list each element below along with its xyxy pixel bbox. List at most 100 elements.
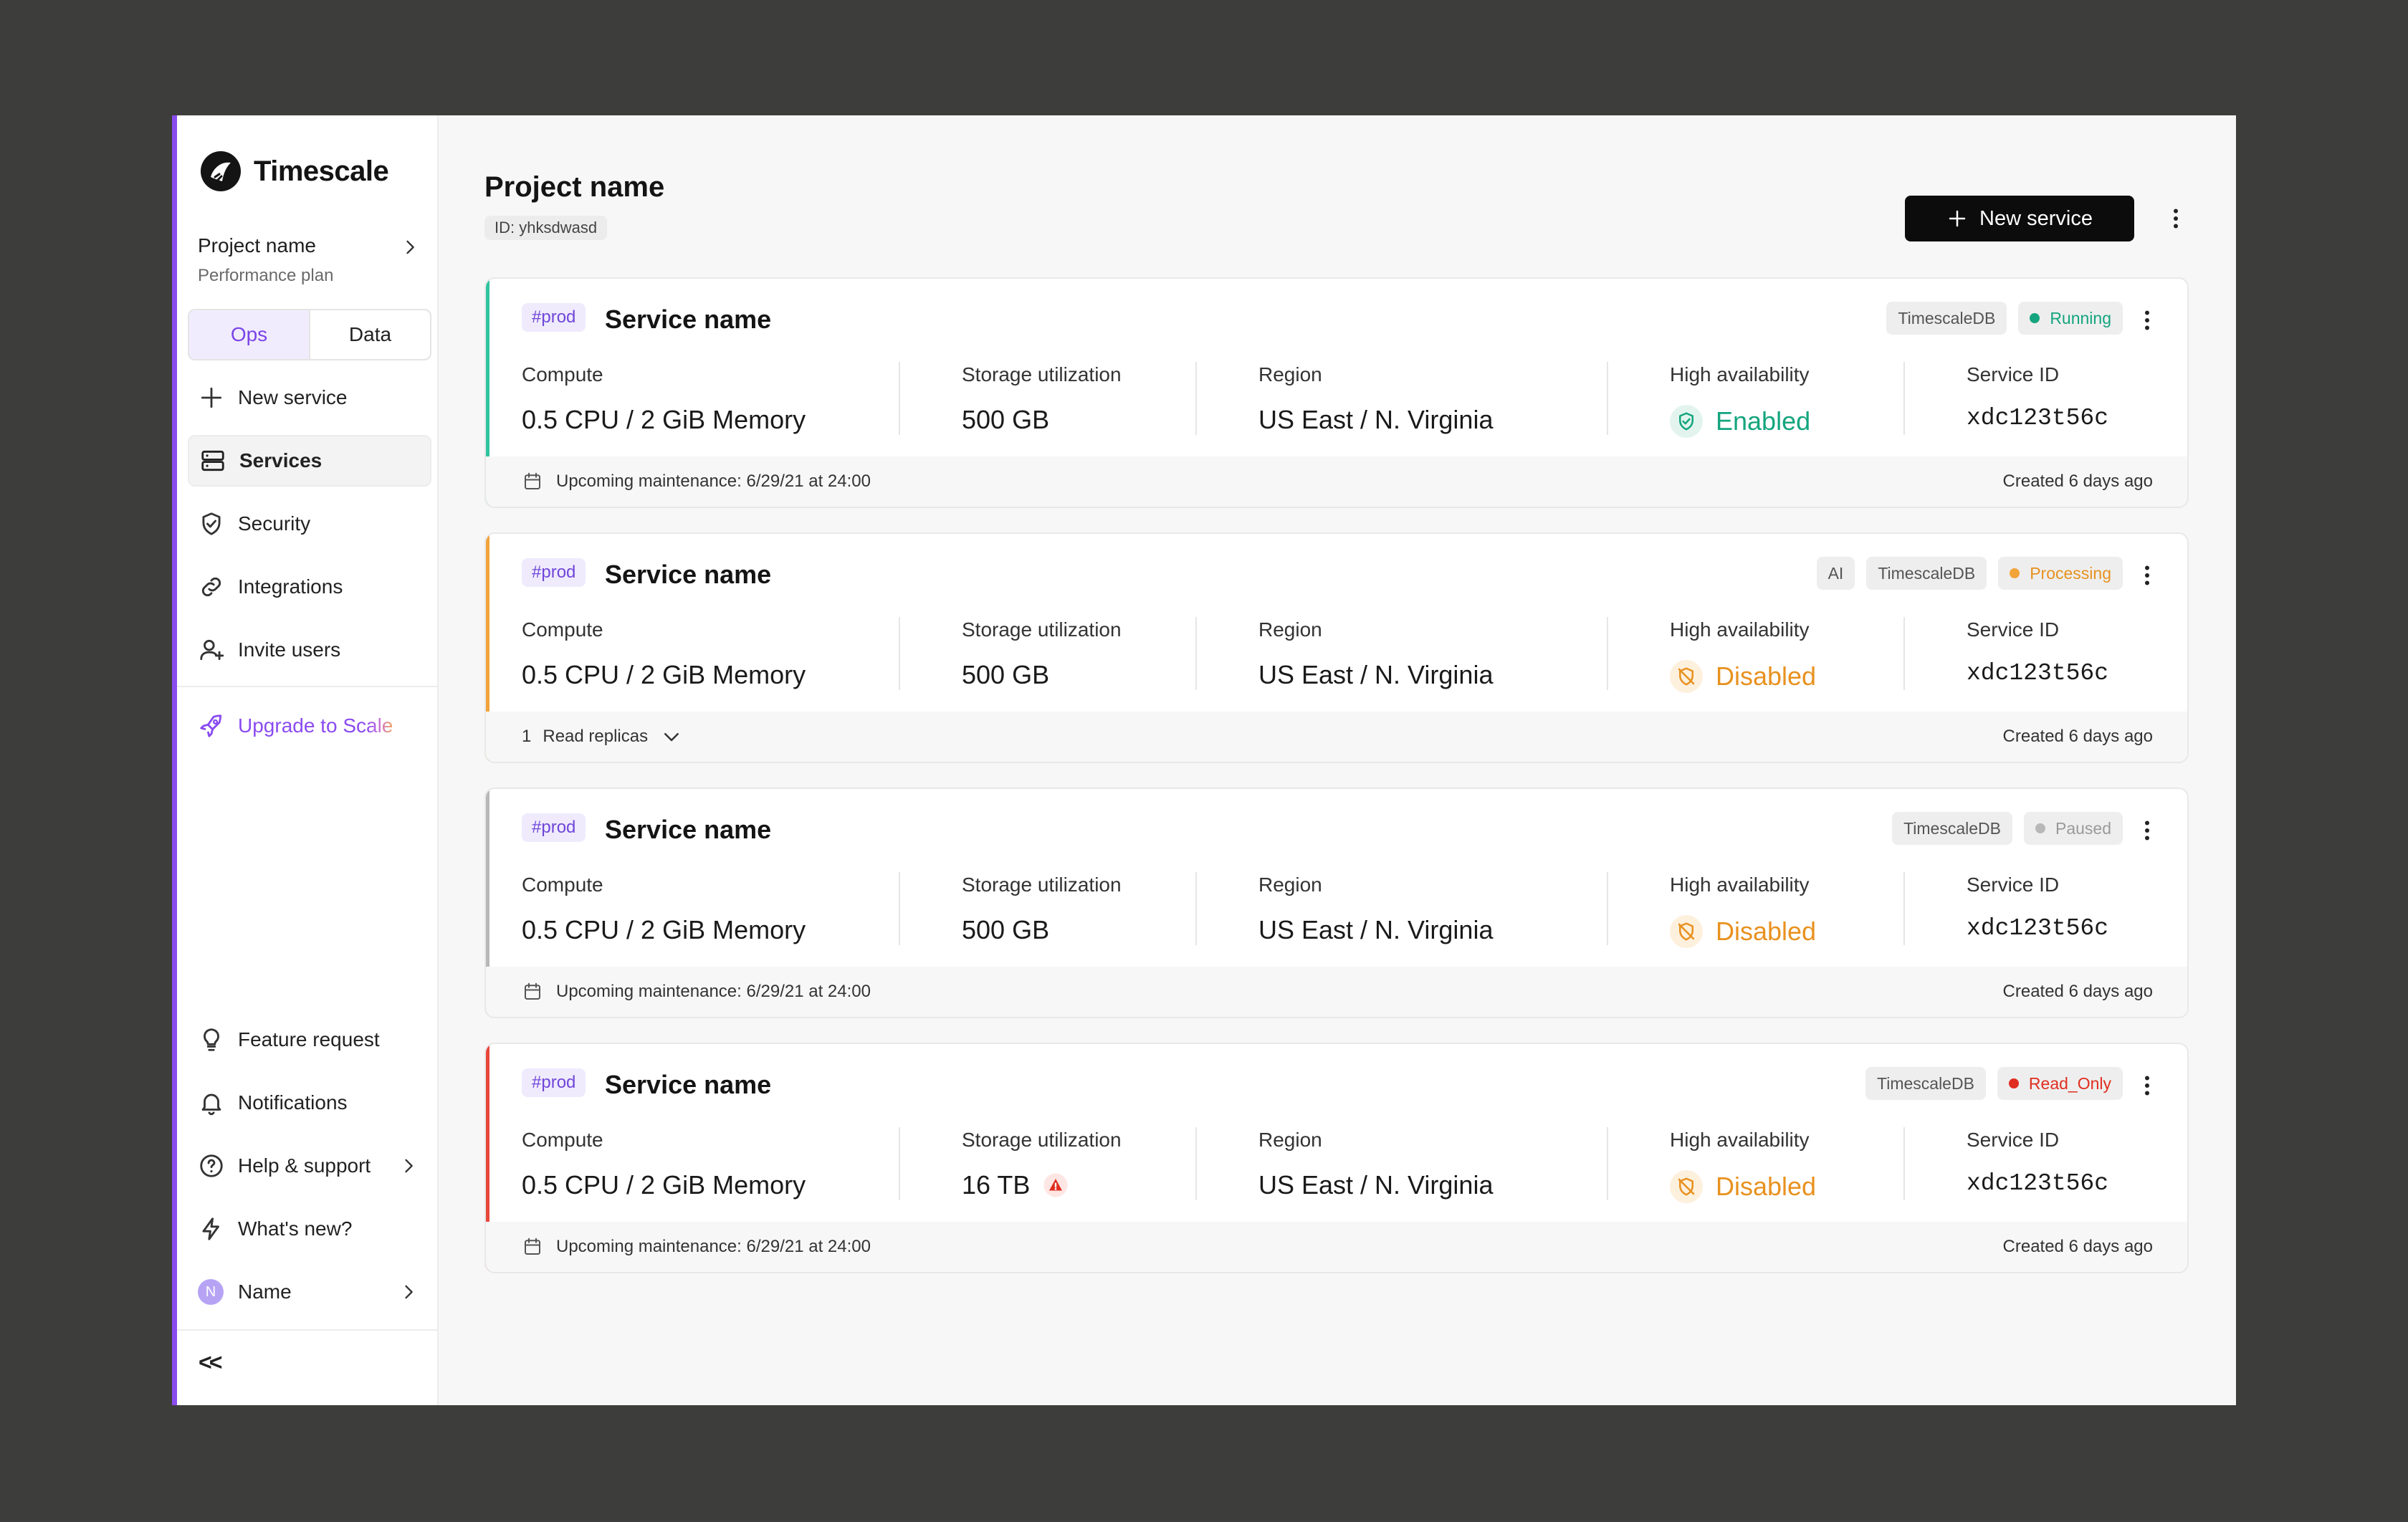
bell-icon (201, 1093, 221, 1116)
more-options-icon[interactable] (2163, 206, 2189, 231)
sidebar-item-integrations[interactable]: Integrations (188, 561, 431, 613)
sidebar-item-new-service[interactable]: New service (188, 372, 431, 423)
sidebar-item-notifications[interactable]: Notifications (188, 1077, 431, 1129)
sidebar-divider (177, 1329, 439, 1331)
region-value: US East / N. Virginia (1258, 405, 1494, 434)
sidebar-item-label: Help & support (238, 1154, 371, 1177)
service-type-badge: TimescaleDB (1865, 1067, 1986, 1100)
chevron-down-icon[interactable] (661, 726, 682, 747)
sidebar-item-label: Invite users (238, 638, 341, 661)
warning-icon (1043, 1173, 1068, 1197)
ha-field: High availability Disabled (1670, 874, 1816, 948)
chevron-right-icon (406, 240, 414, 254)
column-divider (1195, 362, 1197, 435)
service-id-value[interactable]: xdc123t56c (1967, 660, 2108, 686)
status-dot (2008, 1078, 2019, 1088)
project-id-badge: ID: yhksdwasd (484, 216, 608, 240)
status-label: Read_Only (2028, 1073, 2111, 1093)
environment-tag: #prod (522, 813, 586, 842)
storage-label: Storage utilization (962, 363, 1122, 386)
service-card[interactable]: #prod Service name TimescaleDB Running C… (484, 277, 2189, 508)
plus-icon (201, 387, 222, 408)
service-name[interactable]: Service name (605, 560, 771, 590)
server-icon (201, 450, 224, 472)
service-id-value[interactable]: xdc123t56c (1967, 915, 2108, 942)
ha-status-icon (1670, 915, 1703, 948)
service-card[interactable]: #prod Service name TimescaleDB Paused Co… (484, 788, 2189, 1018)
more-options-icon[interactable] (2134, 307, 2160, 333)
collapse-sidebar-button[interactable]: << (199, 1349, 222, 1376)
more-options-icon[interactable] (2134, 1073, 2160, 1099)
compute-value: 0.5 CPU / 2 GiB Memory (522, 915, 806, 944)
more-options-icon[interactable] (2134, 818, 2160, 843)
region-field: Region US East / N. Virginia (1258, 1129, 1493, 1200)
sidebar-item-security[interactable]: Security (188, 498, 431, 550)
ha-status-icon (1670, 405, 1703, 438)
ha-value-row: Disabled (1670, 915, 1816, 948)
sidebar-item-label: Feature request (238, 1028, 380, 1050)
project-switcher[interactable]: Project name Performance plan (198, 234, 420, 286)
sidebar-item-invite-users[interactable]: Invite users (188, 624, 431, 676)
sidebar-item-feature-request[interactable]: Feature request (188, 1014, 431, 1066)
replica-count: 1 (522, 727, 532, 746)
upgrade-label-start: Upgrade to Sc (238, 714, 366, 737)
sidebar-item-services[interactable]: Services (188, 435, 431, 487)
upgrade-button[interactable]: Upgrade to Scale (188, 700, 431, 752)
storage-label: Storage utilization (962, 618, 1122, 641)
ha-status-icon (1670, 660, 1703, 693)
storage-value-row: 500 GB (962, 915, 1122, 945)
service-name[interactable]: Service name (605, 1070, 771, 1100)
sidebar-divider (177, 686, 439, 687)
compute-label: Compute (522, 363, 603, 386)
compute-field: Compute 0.5 CPU / 2 GiB Memory (522, 363, 806, 435)
environment-tag: #prod (522, 1068, 586, 1097)
sidebar-item-label: New service (238, 386, 348, 408)
maintenance-notice: Upcoming maintenance: 6/29/21 at 24:00 (556, 982, 871, 1001)
rocket-icon (200, 714, 222, 737)
sidebar-item-whats-new[interactable]: What's new? (188, 1203, 431, 1255)
ha-value-row: Disabled (1670, 660, 1816, 693)
brand-logo[interactable]: Timescale (198, 148, 389, 194)
storage-value: 500 GB (962, 660, 1050, 689)
storage-value: 500 GB (962, 405, 1050, 434)
calendar-icon (525, 1238, 540, 1255)
storage-value-row: 500 GB (962, 405, 1122, 435)
shield-check-icon (1679, 412, 1693, 431)
service-card[interactable]: #prod Service name TimescaleDB Read_Only… (484, 1043, 2189, 1273)
sidebar-item-help-support[interactable]: Help & support (188, 1140, 431, 1192)
ops-data-toggle: Ops Data (188, 309, 431, 360)
column-divider (899, 872, 900, 945)
compute-value: 0.5 CPU / 2 GiB Memory (522, 1170, 806, 1200)
sidebar-item-user[interactable]: N Name (188, 1266, 431, 1318)
plus-icon (1949, 210, 1966, 227)
service-type-badge: AI (1816, 557, 1855, 590)
tab-data[interactable]: Data (310, 310, 430, 359)
column-divider (899, 362, 900, 435)
storage-label: Storage utilization (962, 874, 1122, 896)
shield-off-icon (1678, 1177, 1695, 1196)
service-id-value[interactable]: xdc123t56c (1967, 405, 2108, 431)
new-service-button[interactable]: New service (1905, 196, 2134, 241)
created-date: Created 6 days ago (2002, 982, 2153, 1001)
service-name[interactable]: Service name (605, 305, 771, 335)
sidebar-item-label: Services (239, 449, 322, 472)
service-id-label: Service ID (1967, 874, 2060, 896)
service-card-footer: 1 Read replicas Created 6 days ago (486, 712, 2187, 762)
read-replicas-toggle[interactable]: Read replicas (543, 727, 648, 747)
ha-value: Disabled (1716, 916, 1817, 946)
more-options-icon[interactable] (2134, 563, 2160, 588)
compute-field: Compute 0.5 CPU / 2 GiB Memory (522, 618, 806, 690)
service-id-value[interactable]: xdc123t56c (1967, 1170, 2108, 1197)
status-label: Paused (2055, 818, 2111, 838)
status-label: Processing (2030, 563, 2111, 583)
service-card[interactable]: #prod Service name AI TimescaleDB Process… (484, 532, 2189, 763)
service-name[interactable]: Service name (605, 815, 771, 845)
column-divider (1607, 617, 1608, 690)
tab-ops[interactable]: Ops (189, 310, 310, 359)
column-divider (1903, 617, 1905, 690)
upgrade-label-end: ale (366, 714, 393, 737)
region-field: Region US East / N. Virginia (1258, 363, 1493, 435)
column-divider (1607, 362, 1608, 435)
service-id-field: Service ID xdc123t56c (1967, 1129, 2108, 1197)
service-id-field: Service ID xdc123t56c (1967, 363, 2108, 431)
